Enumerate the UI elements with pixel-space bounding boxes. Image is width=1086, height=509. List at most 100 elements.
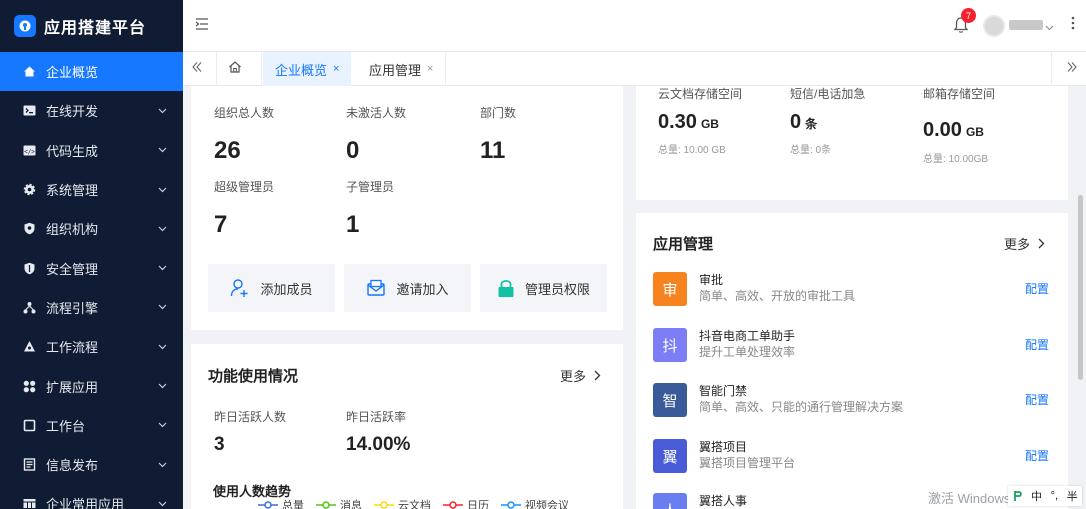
- legend-item[interactable]: 消息: [316, 497, 362, 509]
- sidebar-item-workflow[interactable]: 工作流程: [0, 327, 183, 366]
- usage-title: 功能使用情况: [208, 368, 299, 385]
- tab-overview[interactable]: 企业概览 ×: [263, 52, 352, 86]
- cloud-storage-label: 云文档存储空间: [658, 87, 743, 101]
- sub-admin-label: 子管理员: [346, 180, 395, 194]
- sidebar-item-common-apps[interactable]: 企业常用应用: [0, 484, 183, 509]
- cloud-storage-unit: GB: [700, 117, 719, 131]
- legend-label: 视频会议: [525, 500, 569, 509]
- legend-marker-icon: [258, 501, 278, 509]
- sidebar-item-overview[interactable]: 企业概览: [0, 52, 183, 92]
- list-item[interactable]: 翼 翼搭项目 翼搭项目管理平台 配置: [653, 435, 1063, 475]
- sms-value: 0条: [790, 111, 817, 134]
- config-link[interactable]: 配置: [1025, 336, 1049, 353]
- sidebar-item-label: 工作流程: [46, 340, 99, 356]
- config-link[interactable]: 配置: [1025, 447, 1049, 464]
- ime-mode[interactable]: 中: [1031, 488, 1042, 504]
- legend-label: 云文档: [398, 500, 431, 509]
- sms-number: 0: [790, 111, 802, 133]
- app-management-more-link[interactable]: 更多: [1004, 234, 1045, 253]
- sidebar-item-workbench[interactable]: 工作台: [0, 406, 183, 445]
- inactive-members-value: 0: [346, 137, 360, 164]
- legend-item[interactable]: 视频会议: [501, 497, 569, 509]
- sidebar-item-security[interactable]: 安全管理: [0, 248, 183, 287]
- flow-icon: [22, 300, 36, 314]
- lock-icon: [498, 280, 514, 297]
- invite-button[interactable]: 邀请加入: [344, 264, 471, 312]
- legend-marker-icon: [316, 501, 336, 509]
- sidebar-item-system[interactable]: 系统管理: [0, 170, 183, 209]
- cloud-storage-total: 总量: 10.00 GB: [658, 145, 726, 156]
- active-rate-value: 14.00%: [346, 434, 411, 455]
- dept-count-value: 11: [480, 137, 506, 164]
- config-link[interactable]: 配置: [1025, 280, 1049, 297]
- username-redacted[interactable]: [1009, 20, 1043, 30]
- chevron-down-icon: [157, 460, 167, 470]
- sidebar-item-label: 安全管理: [46, 261, 99, 277]
- legend-item[interactable]: 总量: [258, 497, 304, 509]
- list-item[interactable]: 抖 抖音电商工单助手 提升工单处理效率 配置: [653, 324, 1063, 364]
- chevron-down-icon: [157, 106, 167, 116]
- legend-item[interactable]: 云文档: [374, 497, 431, 509]
- sidebar-item-org[interactable]: 组织机构: [0, 209, 183, 248]
- sidebar-item-label: 扩展应用: [46, 379, 99, 395]
- apps-icon: [22, 497, 36, 509]
- chevron-down-icon: [157, 224, 167, 234]
- close-icon[interactable]: ×: [333, 63, 339, 75]
- admin-permission-button[interactable]: 管理员权限: [480, 264, 607, 312]
- chevron-down-icon: [157, 342, 167, 352]
- desk-icon: [22, 418, 36, 432]
- double-chevron-left-icon[interactable]: [191, 61, 205, 75]
- ime-toolbar[interactable]: 中 °, 半: [1008, 486, 1082, 506]
- legend-label: 消息: [340, 500, 362, 509]
- add-user-icon: [231, 279, 248, 297]
- gear-icon: [22, 183, 36, 197]
- super-admin-label: 超级管理员: [214, 180, 275, 194]
- tab-label: 企业概览: [275, 62, 328, 78]
- app-name: 智能门禁: [699, 384, 748, 398]
- more-vertical-icon[interactable]: [1071, 16, 1077, 34]
- mail-icon: [367, 279, 386, 296]
- app-title: 应用搭建平台: [44, 20, 147, 37]
- sidebar-item-label: 企业常用应用: [46, 497, 125, 509]
- grid-icon: [22, 379, 36, 393]
- config-link[interactable]: 配置: [1025, 391, 1049, 408]
- list-item[interactable]: 智 智能门禁 简单、高效、只能的通行管理解决方案 配置: [653, 379, 1063, 419]
- sidebar-item-label: 在线开发: [46, 104, 99, 120]
- close-icon[interactable]: ×: [427, 63, 433, 75]
- sidebar-item-flow-engine[interactable]: 流程引擎: [0, 288, 183, 327]
- scrollbar-thumb[interactable]: [1078, 195, 1083, 380]
- sub-admin-value: 1: [346, 211, 360, 238]
- brand[interactable]: 应用搭建平台: [0, 0, 183, 52]
- legend-label: 日历: [467, 500, 489, 509]
- double-chevron-right-icon[interactable]: [1066, 61, 1080, 75]
- shield-icon: [22, 222, 36, 236]
- tab-divider: [1051, 52, 1052, 86]
- list-item[interactable]: 审 审批 简单、高效、开放的审批工具 配置: [653, 268, 1063, 308]
- sidebar-item-online-dev[interactable]: 在线开发: [0, 91, 183, 130]
- usage-more-link[interactable]: 更多: [560, 366, 601, 385]
- news-icon: [22, 458, 36, 472]
- avatar[interactable]: [983, 15, 1005, 37]
- sidebar-item-extensions[interactable]: 扩展应用: [0, 366, 183, 405]
- sidebar-item-label: 信息发布: [46, 458, 99, 474]
- windows-activation-watermark: 激活 Windows: [928, 491, 1011, 506]
- tab-app-management[interactable]: 应用管理 ×: [357, 52, 445, 86]
- mail-storage-value: 0.00 GB: [923, 119, 984, 142]
- notification-badge: 7: [961, 8, 976, 23]
- add-member-button[interactable]: 添加成员: [208, 264, 335, 312]
- ime-width[interactable]: 半: [1067, 488, 1078, 504]
- sidebar-item-codegen[interactable]: </> 代码生成: [0, 131, 183, 170]
- chevron-down-icon: [157, 263, 167, 273]
- ime-punct[interactable]: °,: [1051, 490, 1058, 502]
- app-description: 简单、高效、开放的审批工具: [699, 289, 856, 303]
- menu-fold-icon[interactable]: [195, 17, 211, 33]
- terminal-icon: [22, 104, 36, 118]
- legend-item[interactable]: 日历: [443, 497, 489, 509]
- active-rate-label: 昨日活跃率: [346, 410, 407, 424]
- top-header: 7: [183, 0, 1086, 52]
- chevron-down-icon[interactable]: [1045, 19, 1055, 31]
- access-control-app-icon: 智: [653, 383, 687, 417]
- tab-divider: [216, 52, 217, 86]
- sidebar-item-publish[interactable]: 信息发布: [0, 445, 183, 484]
- home-tab-icon[interactable]: [228, 60, 244, 76]
